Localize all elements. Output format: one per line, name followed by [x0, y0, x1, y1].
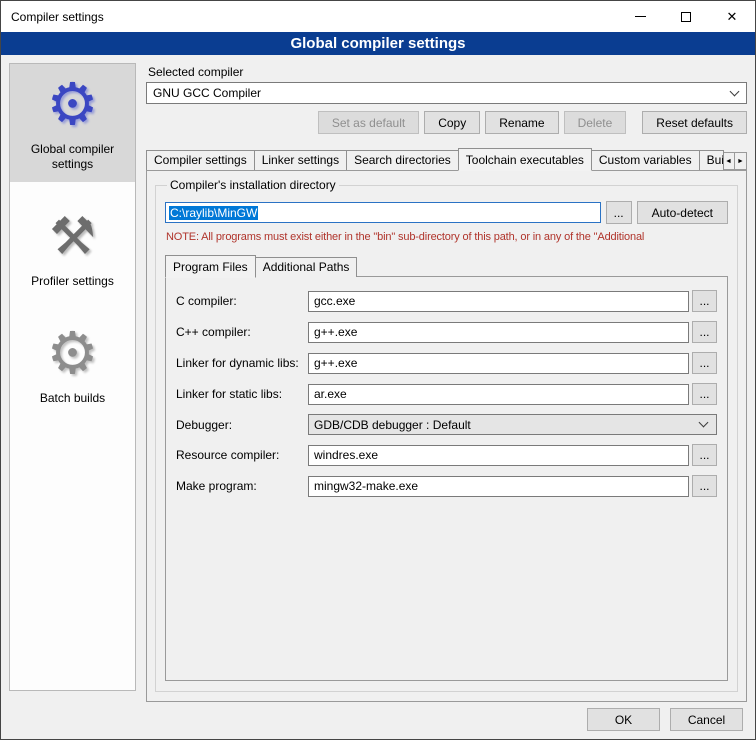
field-value: GDB/CDB debugger : Default [314, 418, 471, 432]
installation-path-row: C:\raylib\MinGW ... Auto-detect [165, 201, 728, 224]
selected-compiler-value: GNU GCC Compiler [153, 86, 261, 100]
field-value: windres.exe [314, 448, 378, 462]
profiler-icon: ⚒ [49, 204, 96, 270]
dialog-content: ⚙ Global compiler settings ⚒ Profiler setti… [1, 56, 755, 739]
field-label: Linker for dynamic libs: [176, 356, 308, 370]
gear-blue-icon: ⚙ [47, 72, 99, 138]
ok-button[interactable]: OK [587, 708, 660, 731]
tab-scroll-arrows: ◄► [723, 152, 747, 170]
dialog-footer: OK Cancel [587, 708, 743, 731]
compiler-settings-window: Compiler settings ✕ Global compiler sett… [0, 0, 756, 740]
compiler-actions-row: Set as defaultCopyRename Delete Reset defa… [146, 111, 747, 134]
field-label: C compiler: [176, 294, 308, 308]
field-label: Debugger: [176, 418, 308, 432]
tab-toolchain-executables[interactable]: Toolchain executables [458, 148, 592, 171]
installation-directory-groupbox: Compiler's installation directory C:\ray… [155, 178, 738, 692]
form-row-c-compiler: C++ compiler: g++.exe... [176, 321, 717, 343]
dialog-banner-title: Global compiler settings [1, 32, 755, 55]
form-row-linker-for-dynamic-libs: Linker for dynamic libs: g++.exe... [176, 352, 717, 374]
form-row-resource-compiler: Resource compiler: windres.exe... [176, 444, 717, 466]
title-bar: Compiler settings ✕ [1, 1, 755, 32]
tab-search-directories[interactable]: Search directories [346, 150, 459, 170]
make-program-input[interactable]: mingw32-make.exe [308, 476, 689, 497]
installation-path-selected-text: C:\raylib\MinGW [169, 206, 258, 220]
linker-for-static-libs-input[interactable]: ar.exe [308, 384, 689, 405]
browse-c-compiler-button[interactable]: ... [692, 321, 717, 343]
tab-program-files[interactable]: Program Files [165, 255, 256, 278]
sidebar-item-batch-builds[interactable]: ⚙ Batch builds [10, 313, 135, 416]
form-row-make-program: Make program: mingw32-make.exe... [176, 475, 717, 497]
c-compiler-input[interactable]: gcc.exe [308, 291, 689, 312]
tab-compiler-settings[interactable]: Compiler settings [146, 150, 255, 170]
rename-button[interactable]: Rename [485, 111, 558, 134]
auto-detect-button[interactable]: Auto-detect [637, 201, 728, 224]
sidebar-item-profiler-settings[interactable]: ⚒ Profiler settings [10, 196, 135, 299]
tab-additional-paths[interactable]: Additional Paths [255, 257, 358, 277]
cancel-button[interactable]: Cancel [670, 708, 743, 731]
program-files-panel: C compiler: gcc.exe... C++ compiler: g++.ex… [165, 276, 728, 681]
chevron-down-icon [730, 86, 740, 96]
window-title: Compiler settings [1, 10, 104, 24]
reset-defaults-button[interactable]: Reset defaults [642, 111, 747, 134]
minimize-button[interactable] [617, 1, 663, 32]
browse-make-program-button[interactable]: ... [692, 475, 717, 497]
bin-subdirectory-note: NOTE: All programs must exist either in … [166, 231, 727, 243]
browse-resource-compiler-button[interactable]: ... [692, 444, 717, 466]
browse-linker-for-dynamic-libs-button[interactable]: ... [692, 352, 717, 374]
debugger-dropdown[interactable]: GDB/CDB debugger : Default [308, 414, 717, 435]
toolchain-form: C compiler: gcc.exe... C++ compiler: g++.ex… [176, 290, 717, 497]
tab-buil[interactable]: Buil [699, 150, 724, 170]
installation-directory-legend: Compiler's installation directory [167, 178, 339, 192]
form-row-c-compiler: C compiler: gcc.exe... [176, 290, 717, 312]
tab-linker-settings[interactable]: Linker settings [254, 150, 347, 170]
installation-path-input[interactable]: C:\raylib\MinGW [165, 202, 601, 223]
close-button[interactable]: ✕ [709, 1, 755, 32]
settings-tabstrip: Compiler settingsLinker settingsSearch d… [146, 147, 747, 170]
browse-linker-for-static-libs-button[interactable]: ... [692, 383, 717, 405]
form-row-debugger: Debugger: GDB/CDB debugger : Default [176, 414, 717, 435]
field-value: gcc.exe [314, 294, 355, 308]
resource-compiler-input[interactable]: windres.exe [308, 445, 689, 466]
selected-compiler-label: Selected compiler [148, 65, 745, 79]
sidebar-item-label: Profiler settings [31, 274, 114, 289]
minimize-icon [635, 16, 646, 17]
browse-c-compiler-button[interactable]: ... [692, 290, 717, 312]
tab-custom-variables[interactable]: Custom variables [591, 150, 700, 170]
scroll-right-icon[interactable]: ► [734, 152, 747, 170]
program-files-tabstrip: Program FilesAdditional Paths [165, 254, 728, 277]
sidebar-item-global-compiler-settings[interactable]: ⚙ Global compiler settings [10, 64, 135, 182]
window-controls: ✕ [617, 1, 755, 32]
delete-button: Delete [564, 111, 627, 134]
field-label: Make program: [176, 479, 308, 493]
settings-category-sidebar: ⚙ Global compiler settings ⚒ Profiler setti… [9, 63, 136, 691]
field-label: Linker for static libs: [176, 387, 308, 401]
maximize-icon [681, 12, 691, 22]
sidebar-item-label: Batch builds [40, 391, 105, 406]
field-value: mingw32-make.exe [314, 479, 418, 493]
c-compiler-input[interactable]: g++.exe [308, 322, 689, 343]
linker-for-dynamic-libs-input[interactable]: g++.exe [308, 353, 689, 374]
field-value: g++.exe [314, 356, 357, 370]
maximize-button[interactable] [663, 1, 709, 32]
sidebar-item-label: Global compiler settings [13, 142, 132, 172]
close-icon: ✕ [727, 10, 738, 23]
chevron-down-icon [699, 418, 709, 428]
field-label: C++ compiler: [176, 325, 308, 339]
selected-compiler-combobox[interactable]: GNU GCC Compiler [146, 82, 747, 104]
browse-path-button[interactable]: ... [606, 201, 632, 224]
field-value: ar.exe [314, 387, 347, 401]
gear-gray-icon: ⚙ [47, 321, 99, 387]
field-label: Resource compiler: [176, 448, 308, 462]
set-as-default-button: Set as default [318, 111, 419, 134]
toolchain-tab-page: Compiler's installation directory C:\ray… [146, 170, 747, 702]
main-panel: Selected compiler GNU GCC Compiler Set a… [146, 61, 747, 739]
form-row-linker-for-static-libs: Linker for static libs: ar.exe... [176, 383, 717, 405]
field-value: g++.exe [314, 325, 357, 339]
copy-button[interactable]: Copy [424, 111, 480, 134]
